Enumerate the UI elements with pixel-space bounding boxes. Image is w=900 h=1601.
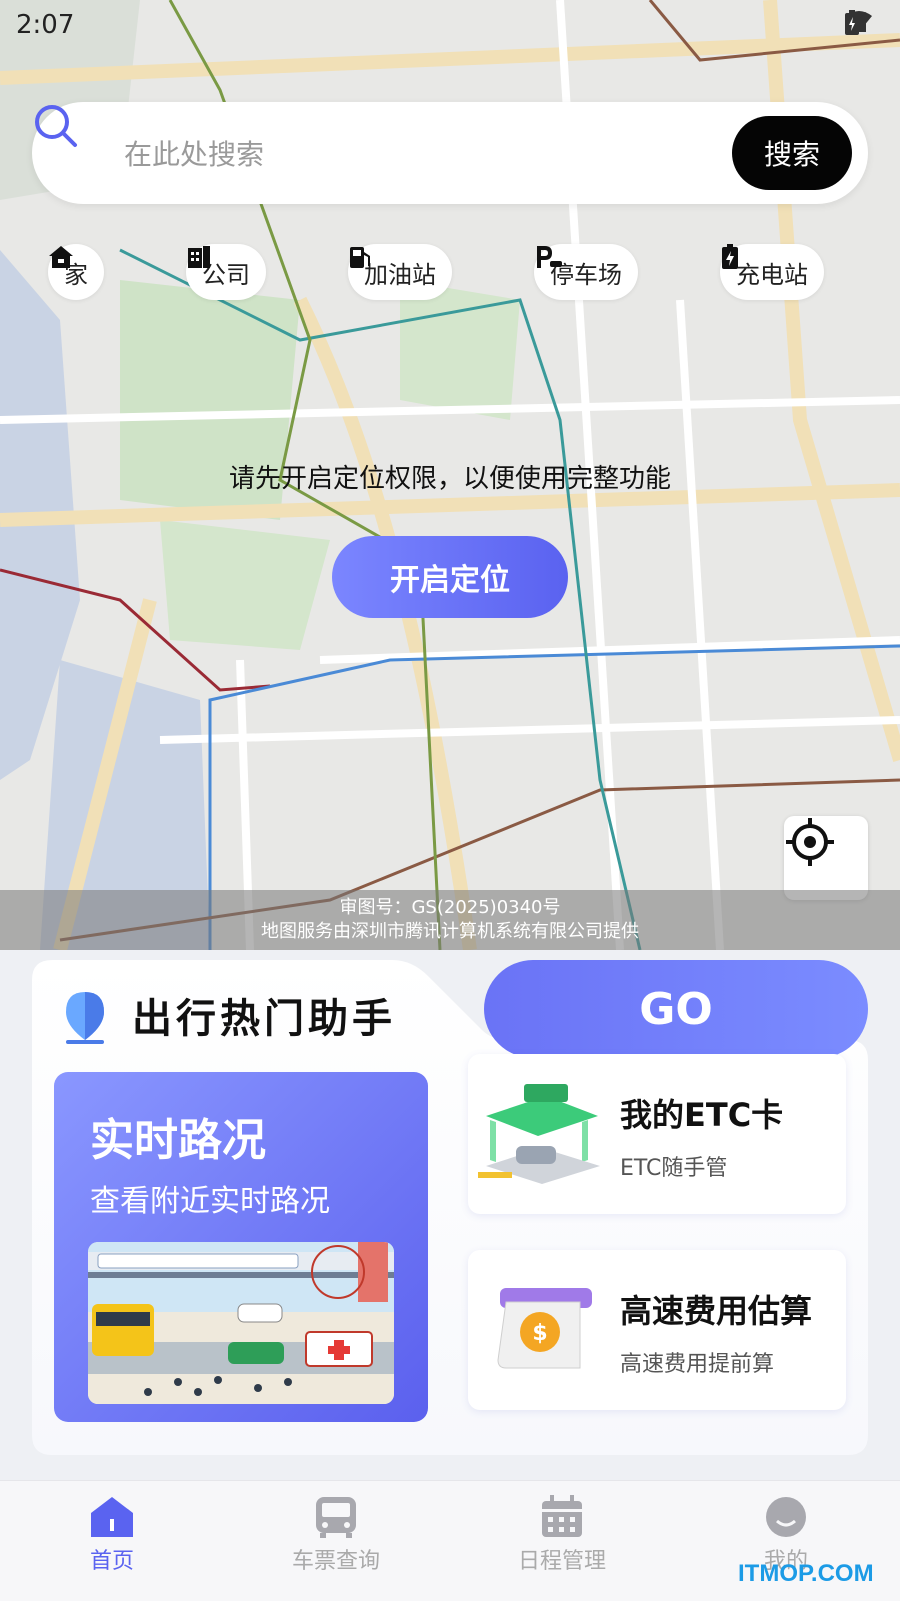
map-provider: 地图服务由深圳市腾讯计算机系统有限公司提供 [261, 921, 639, 942]
traffic-card-title: 实时路况 [90, 1115, 266, 1166]
go-button[interactable]: GO [484, 960, 868, 1058]
crosshair-icon [786, 818, 834, 866]
location-pin-icon [66, 992, 104, 1044]
chip-label: 充电站 [736, 260, 808, 289]
chip-company[interactable]: 公司 [186, 244, 266, 300]
enable-location-button[interactable]: 开启定位 [332, 536, 568, 618]
toll-card-title: 高速费用估算 [620, 1292, 813, 1330]
panel-title: 出行热门助手 [132, 996, 396, 1042]
status-bar: 2:07 [0, 0, 900, 50]
search-input[interactable] [122, 130, 726, 178]
building-icon [188, 246, 210, 268]
search-bar: 搜索 [32, 102, 868, 204]
locate-button[interactable] [784, 816, 868, 900]
tab-label: 日程管理 [517, 1549, 606, 1574]
search-icon [35, 105, 77, 147]
chip-gas-station[interactable]: 加油站 [348, 244, 452, 300]
status-time: 2:07 [16, 10, 75, 40]
chip-label: 加油站 [364, 260, 436, 289]
city-traffic-illustration [88, 1242, 394, 1404]
etc-card-title: 我的ETC卡 [620, 1096, 784, 1134]
profile-icon [766, 1497, 806, 1537]
calendar-icon [542, 1495, 582, 1537]
bus-icon [316, 1497, 356, 1538]
svg-text:$: $ [532, 1321, 547, 1346]
location-permission-text: 请先开启定位权限，以便使用完整功能 [228, 464, 671, 494]
home-icon [49, 246, 73, 268]
toll-card-subtitle: 高速费用提前算 [620, 1352, 775, 1377]
realtime-traffic-card[interactable]: 实时路况 查看附近实时路况 [54, 1072, 428, 1422]
home-tab-icon [91, 1497, 133, 1537]
battery-icon [845, 10, 859, 35]
watermark: ITMOP.COM [738, 1560, 874, 1587]
traffic-card-subtitle: 查看附近实时路况 [90, 1184, 330, 1219]
tab-tickets[interactable]: 车票查询 [246, 1495, 426, 1575]
search-button[interactable]: 搜索 [732, 116, 852, 190]
toll-receipt-icon: $ [497, 1288, 592, 1369]
charging-station-icon [722, 244, 738, 269]
tab-schedule[interactable]: 日程管理 [472, 1495, 652, 1575]
tab-label: 首页 [89, 1549, 134, 1574]
etc-card[interactable]: 我的ETC卡 ETC随手管 [468, 1054, 846, 1214]
map-view[interactable]: 2:07 搜索 家 公司 加油站 停车场 充电站 请先开启定位权限，以便使用完整… [0, 0, 900, 950]
travel-assistant-panel: 出行热门助手 GO 实时路况 查看附近实时路况 我的ETC卡 ETC随手管 $ … [32, 960, 868, 1455]
gas-station-icon [350, 247, 370, 268]
chip-home[interactable]: 家 [48, 244, 104, 300]
toll-estimate-card[interactable]: $ 高速费用估算 高速费用提前算 [468, 1250, 846, 1410]
map-approval-number: 审图号：GS(2025)0340号 [339, 897, 561, 918]
tab-label: 车票查询 [291, 1549, 380, 1574]
etc-card-subtitle: ETC随手管 [620, 1156, 728, 1181]
tab-home[interactable]: 首页 [22, 1495, 202, 1575]
parking-icon [537, 246, 562, 268]
chip-parking[interactable]: 停车场 [534, 244, 638, 300]
etc-toll-gate-icon [478, 1084, 600, 1184]
map-credit: 审图号：GS(2025)0340号 地图服务由深圳市腾讯计算机系统有限公司提供 [0, 890, 900, 950]
chip-charging-station[interactable]: 充电站 [720, 244, 824, 300]
